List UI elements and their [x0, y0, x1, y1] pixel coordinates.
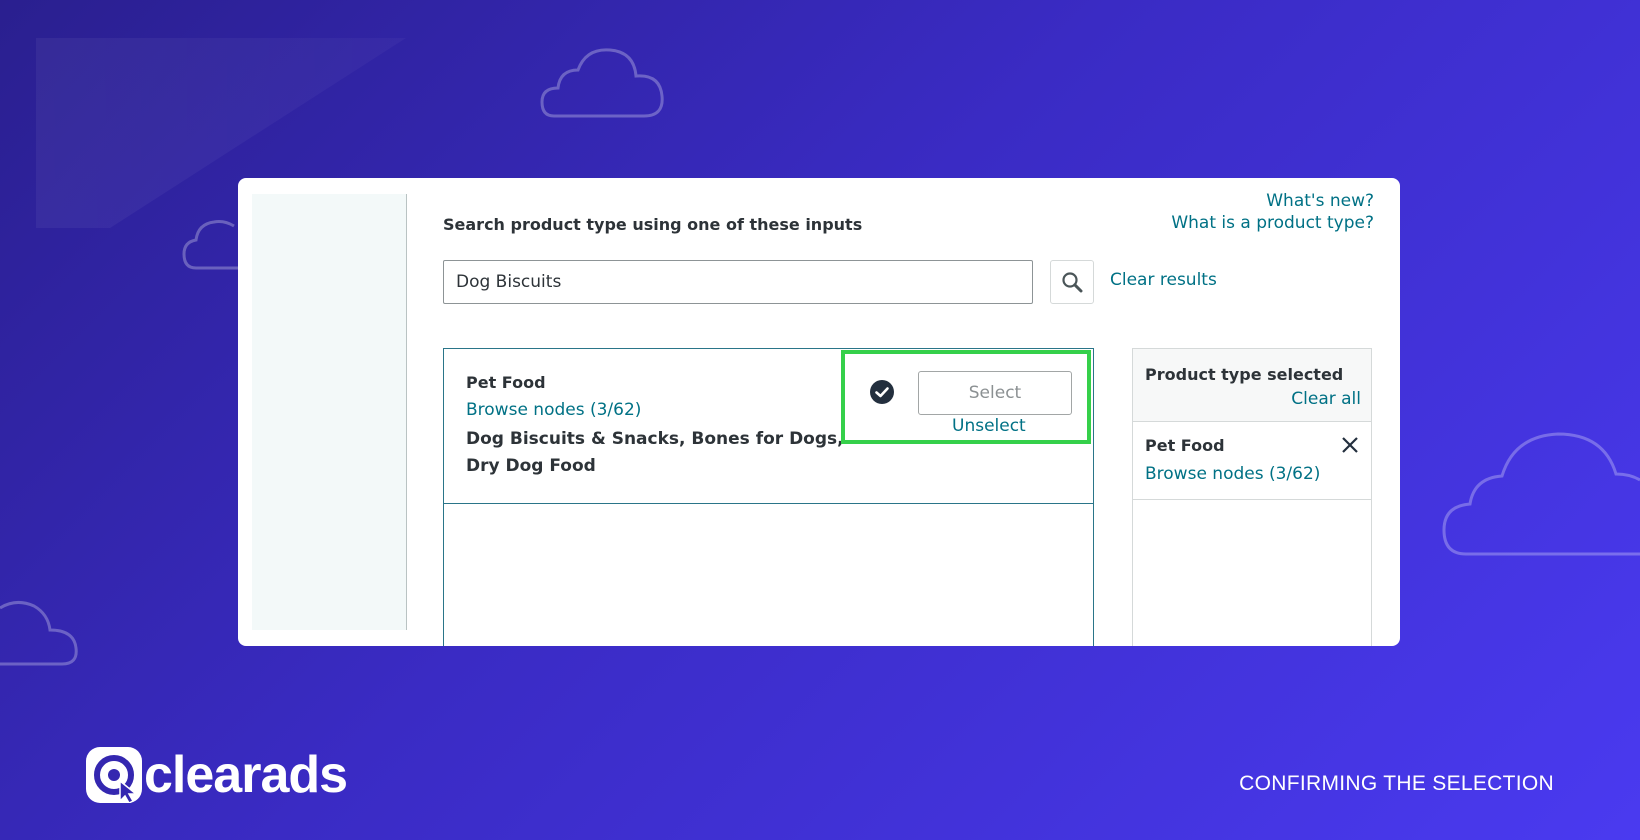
whats-new-link[interactable]: What's new? [1171, 190, 1374, 212]
selected-panel-header: Product type selected Clear all [1133, 349, 1371, 422]
logo-text: clearads [144, 746, 348, 804]
selected-panel-title: Product type selected [1145, 365, 1344, 384]
close-icon[interactable] [1341, 436, 1359, 454]
result-description: Dog Biscuits & Snacks, Bones for Dogs, D… [466, 429, 844, 476]
cloud-icon [0, 601, 78, 666]
selected-item: Pet Food Browse nodes (3/62) [1133, 422, 1371, 500]
selected-item-browse-nodes-link[interactable]: Browse nodes (3/62) [1145, 464, 1320, 484]
help-links: What's new? What is a product type? [1171, 190, 1374, 234]
clear-all-link[interactable]: Clear all [1291, 389, 1361, 409]
search-heading: Search product type using one of these i… [443, 215, 863, 234]
selected-item-title: Pet Food [1145, 436, 1225, 455]
search-button[interactable] [1050, 260, 1094, 304]
cloud-icon [1442, 432, 1640, 556]
clear-results-link[interactable]: Clear results [1110, 270, 1217, 290]
clearads-logo: clearads [86, 746, 348, 804]
search-icon [1062, 272, 1083, 293]
cloud-icon [182, 220, 242, 270]
selected-product-types-panel: Product type selected Clear all Pet Food… [1132, 348, 1372, 646]
slide-caption: CONFIRMING THE SELECTION [1239, 772, 1554, 795]
search-input[interactable] [443, 260, 1033, 304]
selection-highlight-box [841, 350, 1091, 444]
browse-nodes-link[interactable]: Browse nodes (3/62) [466, 400, 641, 420]
clearads-logo-icon [86, 747, 142, 803]
left-sidebar [252, 194, 407, 630]
cloud-icon [540, 48, 664, 118]
what-is-product-type-link[interactable]: What is a product type? [1171, 212, 1374, 234]
product-type-card: What's new? What is a product type? Sear… [238, 178, 1400, 646]
result-title: Pet Food [466, 373, 546, 392]
